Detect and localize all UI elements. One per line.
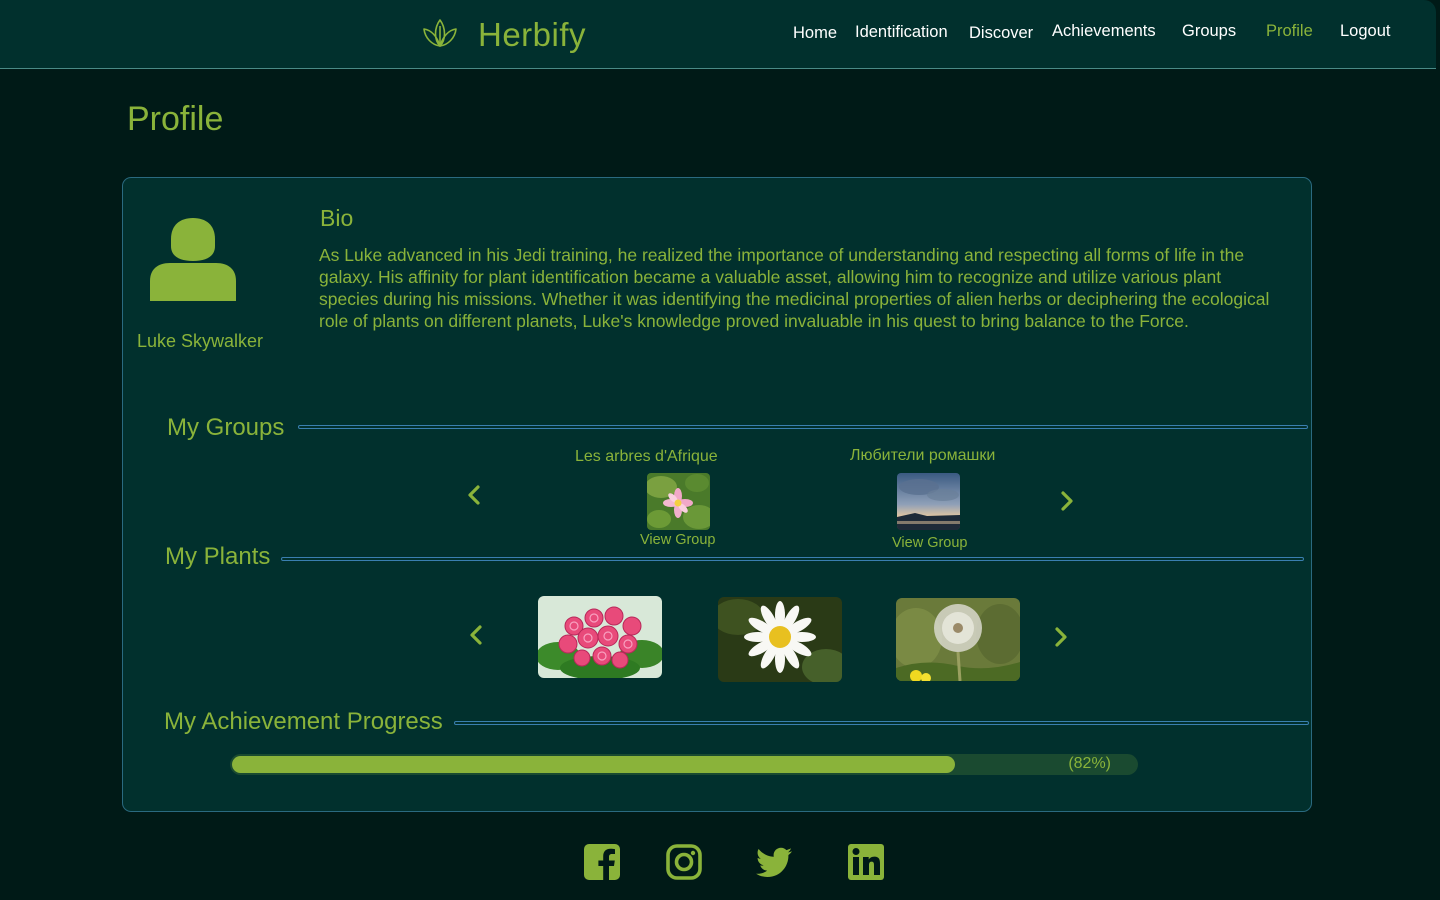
- progress-fill: [232, 756, 955, 773]
- bio-title: Bio: [320, 205, 354, 231]
- chevron-left-icon: [470, 625, 482, 645]
- user-icon: [150, 215, 236, 301]
- chevron-left-icon: [468, 485, 480, 505]
- user-name: Luke Skywalker: [137, 331, 264, 351]
- pink-roses-photo[interactable]: [538, 596, 662, 678]
- section-divider: [298, 425, 1308, 429]
- top-navbar: Herbify Home Identification Discover Ach…: [0, 0, 1436, 69]
- plants-prev-button[interactable]: [467, 624, 485, 646]
- view-group-link[interactable]: View Group: [640, 532, 716, 548]
- dandelion-photo[interactable]: [896, 598, 1020, 681]
- page-title: Profile: [127, 100, 224, 138]
- nav-identification[interactable]: Identification: [855, 23, 948, 42]
- profile-card: Luke Skywalker Bio As Luke advanced in h…: [122, 177, 1312, 812]
- nav-achievements[interactable]: Achievements: [1052, 22, 1156, 41]
- twitter-icon[interactable]: [755, 843, 793, 881]
- brand-logo[interactable]: Herbify: [420, 12, 586, 57]
- section-divider: [281, 557, 1304, 561]
- progress-label: (82%): [1068, 755, 1111, 772]
- nav-home[interactable]: Home: [793, 24, 837, 43]
- groups-next-button[interactable]: [1058, 490, 1076, 512]
- achievement-progress-title: My Achievement Progress: [164, 708, 443, 735]
- water-lily-photo[interactable]: [647, 473, 710, 530]
- nav-logout[interactable]: Logout: [1340, 22, 1390, 41]
- sunset-lake-photo[interactable]: [897, 473, 960, 530]
- my-groups-title: My Groups: [167, 414, 285, 441]
- leaf-icon: [420, 12, 460, 57]
- nav-profile[interactable]: Profile: [1266, 22, 1313, 41]
- chevron-right-icon: [1055, 627, 1067, 647]
- groups-prev-button[interactable]: [465, 484, 483, 506]
- facebook-icon[interactable]: [583, 843, 621, 881]
- view-group-link[interactable]: View Group: [892, 535, 968, 551]
- plants-next-button[interactable]: [1052, 626, 1070, 648]
- group-name: Любители ромашки: [850, 447, 996, 464]
- nav-groups[interactable]: Groups: [1182, 22, 1236, 41]
- section-divider: [454, 721, 1309, 725]
- my-plants-title: My Plants: [165, 543, 271, 570]
- daisy-photo[interactable]: [718, 597, 842, 682]
- bio-text: As Luke advanced in his Jedi training, h…: [319, 245, 1270, 331]
- chevron-right-icon: [1061, 491, 1073, 511]
- linkedin-icon[interactable]: [847, 843, 885, 881]
- brand-name: Herbify: [478, 15, 587, 53]
- instagram-icon[interactable]: [665, 843, 703, 881]
- nav-discover[interactable]: Discover: [969, 24, 1033, 43]
- group-name: Les arbres d'Afrique: [575, 448, 718, 465]
- achievement-progress-bar: (82%): [230, 754, 1138, 775]
